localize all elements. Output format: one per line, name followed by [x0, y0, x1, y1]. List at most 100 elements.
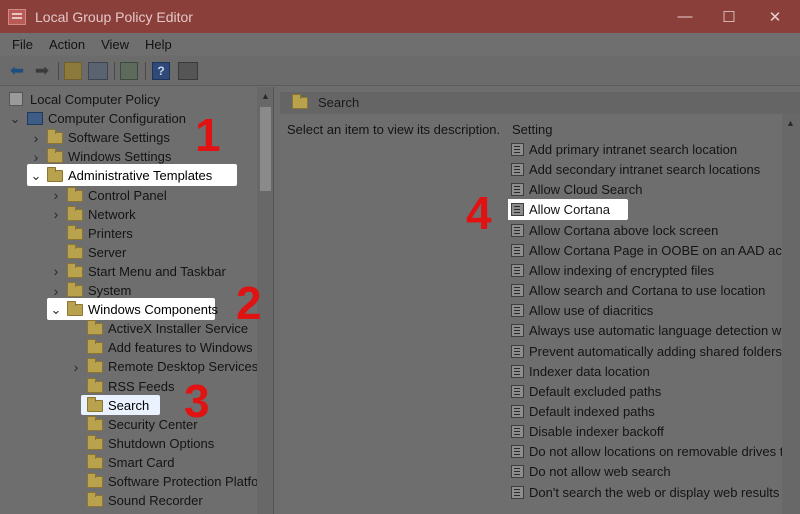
callout-number-4: 4: [466, 187, 492, 239]
tree-item[interactable]: ⌄ Administrative Templates: [0, 164, 256, 187]
tree-item[interactable]: › Control Panel: [0, 186, 256, 205]
folder-icon: [47, 148, 63, 164]
chevron-down-icon[interactable]: ⌄: [10, 109, 21, 128]
tree-item-label: Server: [88, 244, 127, 260]
setting-row[interactable]: Allow Cortana: [508, 199, 782, 221]
setting-row[interactable]: Do not allow locations on removable driv…: [508, 441, 782, 461]
tree-item[interactable]: ⌄ Windows Components: [0, 298, 256, 321]
policy-editor-icon: [8, 8, 26, 25]
tree-item[interactable]: Sound Recorder: [0, 491, 256, 510]
tree-item[interactable]: Search: [0, 394, 256, 415]
maximize-button[interactable]: ☐: [706, 0, 752, 33]
setting-row[interactable]: Allow Cortana Page in OOBE on an AAD acc…: [508, 240, 782, 260]
setting-row[interactable]: Allow Cloud Search: [508, 179, 782, 199]
scroll-up-icon[interactable]: ▲: [257, 87, 273, 104]
folder-icon: [87, 377, 103, 393]
tree-item[interactable]: Software Protection Platfo: [0, 472, 258, 491]
tree-item-label: Network: [88, 206, 136, 222]
setting-row[interactable]: Allow indexing of encrypted files: [508, 260, 782, 280]
setting-label: Allow search and Cortana to use location: [529, 283, 766, 299]
tree-item-label: ActiveX Installer Service: [108, 321, 249, 337]
filter-icon[interactable]: [178, 62, 198, 80]
column-header-setting[interactable]: Setting: [512, 122, 552, 137]
tree-item[interactable]: Security Center: [0, 415, 256, 434]
policy-setting-icon: [511, 243, 524, 257]
minimize-button[interactable]: —: [662, 0, 708, 33]
setting-label: Allow indexing of encrypted files: [529, 262, 714, 278]
help-icon[interactable]: ?: [152, 62, 170, 80]
callout-number-2: 2: [236, 277, 262, 329]
setting-label: Allow use of diacritics: [529, 303, 654, 319]
tree-scroll-thumb[interactable]: [260, 107, 271, 191]
tree-item[interactable]: Smart Card: [0, 453, 256, 472]
folder-icon: [47, 129, 63, 145]
policy-setting-icon: [511, 183, 524, 197]
tree-item-label: Add features to Windows: [108, 340, 253, 356]
tree-item[interactable]: Shutdown Options: [0, 434, 256, 453]
tree-item[interactable]: › Network: [0, 205, 256, 224]
setting-row[interactable]: Default indexed paths: [508, 401, 782, 421]
description-text: Select an item to view its description.: [287, 122, 501, 137]
menu-help[interactable]: Help: [145, 37, 172, 52]
chevron-right-icon[interactable]: ›: [71, 357, 81, 376]
chevron-right-icon[interactable]: ›: [31, 128, 41, 147]
setting-label: Disable indexer backoff: [529, 424, 664, 440]
setting-row[interactable]: Add primary intranet search location: [508, 139, 782, 159]
policy-setting-icon: [511, 445, 524, 459]
window-title: Local Group Policy Editor: [35, 8, 193, 25]
setting-row[interactable]: Do not allow web search: [508, 461, 782, 481]
computer-icon: [27, 112, 43, 126]
policy-setting-icon: [511, 324, 524, 338]
setting-row[interactable]: Disable indexer backoff: [508, 421, 782, 441]
details-pane: Search Select an item to view its descri…: [280, 87, 800, 514]
setting-row[interactable]: Add secondary intranet search locations: [508, 159, 782, 179]
tree-item[interactable]: ActiveX Installer Service: [0, 319, 256, 338]
forward-arrow-icon[interactable]: ➡: [32, 61, 52, 80]
setting-label: Don't search the web or display web resu…: [529, 484, 782, 500]
folder-icon: [47, 167, 63, 183]
tree-item[interactable]: › Start Menu and Taskbar: [0, 262, 256, 281]
up-folder-icon[interactable]: [64, 62, 82, 80]
policy-setting-icon: [511, 163, 524, 177]
setting-row[interactable]: Indexer data location: [508, 361, 782, 381]
folder-icon: [87, 415, 103, 431]
folder-icon: [87, 492, 103, 508]
setting-row[interactable]: Allow use of diacritics: [508, 300, 782, 320]
tree-item[interactable]: Add features to Windows: [0, 338, 256, 357]
setting-row[interactable]: Don't search the web or display web resu…: [508, 482, 782, 502]
title-bar[interactable]: Local Group Policy Editor — ☐ ✕: [0, 0, 800, 33]
menu-file[interactable]: File: [12, 37, 33, 52]
policy-setting-icon: [511, 304, 524, 318]
toolbar-separator: [114, 62, 115, 80]
scroll-up-icon[interactable]: ▲: [782, 114, 799, 131]
tree-item[interactable]: Printers: [0, 224, 256, 243]
settings-scrollbar[interactable]: ▲: [782, 114, 800, 514]
menu-view[interactable]: View: [101, 37, 129, 52]
chevron-right-icon[interactable]: ›: [51, 205, 61, 224]
tree-item-label: Remote Desktop Services: [108, 359, 259, 375]
tree-item[interactable]: RSS Feeds: [0, 377, 256, 396]
folder-icon: [87, 453, 103, 469]
setting-row[interactable]: Default excluded paths: [508, 381, 782, 401]
close-button[interactable]: ✕: [752, 0, 798, 33]
tree-item[interactable]: Local Computer Policy: [0, 90, 256, 109]
folder-icon: [67, 205, 83, 221]
chevron-right-icon[interactable]: ›: [51, 186, 61, 205]
tree-item[interactable]: Server: [0, 243, 256, 262]
tree-item[interactable]: › Remote Desktop Services: [0, 357, 259, 376]
setting-row[interactable]: Always use automatic language detection …: [508, 320, 782, 340]
tree-item-label: Windows Components: [88, 302, 219, 318]
setting-row[interactable]: Allow Cortana above lock screen: [508, 220, 782, 240]
chevron-down-icon[interactable]: ⌄: [31, 166, 42, 185]
setting-label: Default indexed paths: [529, 403, 655, 419]
menu-action[interactable]: Action: [49, 37, 85, 52]
toolbar: ⬅ ➡ ?: [0, 56, 800, 86]
tree-item-label: Control Panel: [88, 187, 167, 203]
setting-row[interactable]: Prevent automatically adding shared fold…: [508, 341, 782, 361]
setting-row[interactable]: Allow search and Cortana to use location: [508, 280, 782, 300]
chevron-right-icon[interactable]: ›: [51, 262, 61, 281]
show-tree-icon[interactable]: [88, 62, 108, 80]
export-list-icon[interactable]: [120, 62, 138, 80]
chevron-down-icon[interactable]: ⌄: [51, 300, 62, 319]
back-arrow-icon[interactable]: ⬅: [7, 61, 27, 80]
